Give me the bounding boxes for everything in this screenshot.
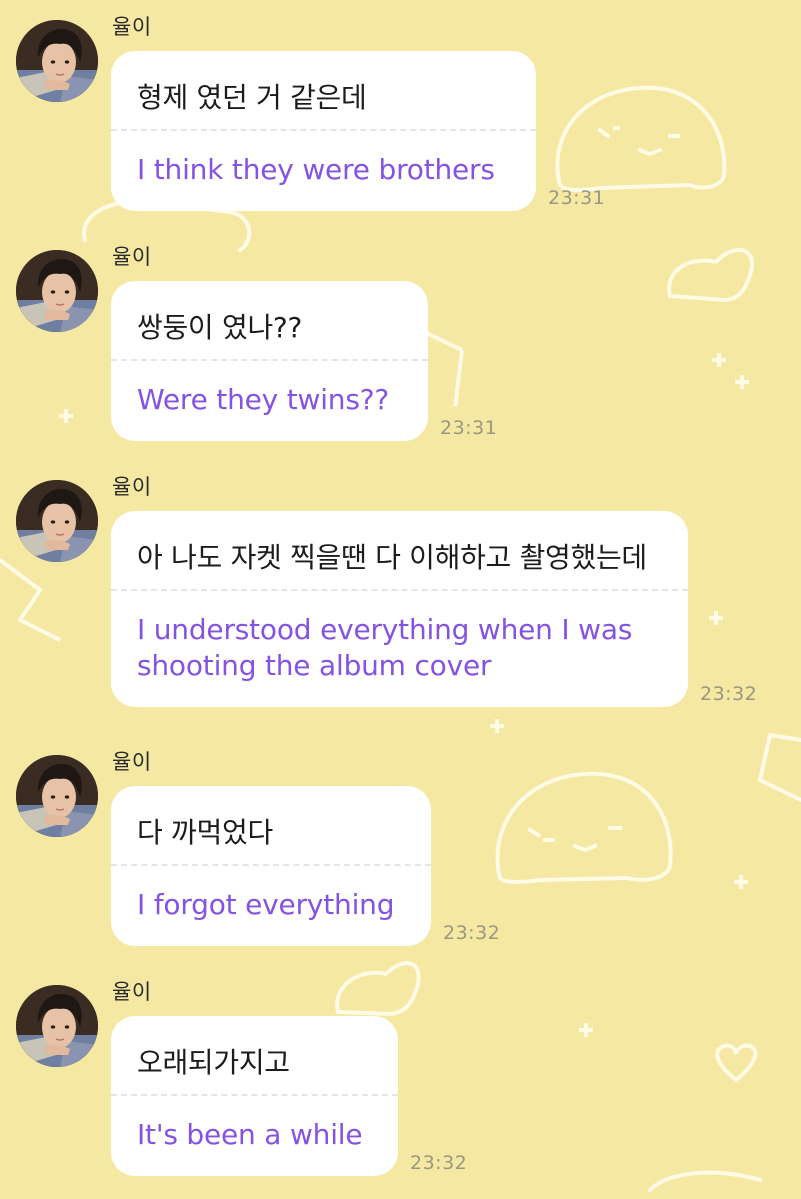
translated-text: I understood everything when I was shooti… xyxy=(137,613,633,682)
timestamp: 23:32 xyxy=(700,683,758,705)
divider xyxy=(111,1094,398,1096)
message-bubble[interactable]: 형제 였던 거 같은데 I think they were brothers xyxy=(111,51,536,211)
translated-text: I think they were brothers xyxy=(137,153,495,186)
timestamp: 23:31 xyxy=(548,187,606,209)
sender-name: 율이 xyxy=(112,245,152,269)
sender-name: 율이 xyxy=(112,15,152,39)
sparkle-doodle xyxy=(490,719,504,733)
avatar[interactable] xyxy=(16,250,98,332)
message-bubble[interactable]: 쌍둥이 였나?? Were they twins?? xyxy=(111,281,428,441)
avatar[interactable] xyxy=(16,20,98,102)
original-text: 형제 였던 거 같은데 xyxy=(137,81,367,114)
timestamp: 23:31 xyxy=(440,417,498,439)
divider xyxy=(111,589,688,591)
original-text: 쌍둥이 였나?? xyxy=(137,311,303,344)
translated-text: I forgot everything xyxy=(137,888,395,921)
translated-text: It's been a while xyxy=(137,1118,363,1151)
avatar[interactable] xyxy=(16,755,98,837)
chat-message: 율이형제 였던 거 같은데 I think they were brothers 2… xyxy=(0,15,801,220)
message-bubble[interactable]: 오래되가지고 It's been a while xyxy=(111,1016,398,1176)
message-bubble[interactable]: 다 까먹었다 I forgot everything xyxy=(111,786,431,946)
original-text: 아 나도 자켓 찍을땐 다 이해하고 촬영했는데 xyxy=(137,541,647,574)
sender-name: 율이 xyxy=(112,980,152,1004)
message-bubble[interactable]: 아 나도 자켓 찍을땐 다 이해하고 촬영했는데 I understood eve… xyxy=(111,511,688,707)
chat-message: 율이쌍둥이 였나?? Were they twins?? 23:31 xyxy=(0,245,801,450)
translated-text: Were they twins?? xyxy=(137,383,390,416)
chat-message: 율이다 까먹었다 I forgot everything 23:32 xyxy=(0,750,801,955)
avatar[interactable] xyxy=(16,985,98,1067)
divider xyxy=(111,864,431,866)
avatar[interactable] xyxy=(16,480,98,562)
sender-name: 율이 xyxy=(112,750,152,774)
chat-message: 율이아 나도 자켓 찍을땐 다 이해하고 촬영했는데 I understood e… xyxy=(0,475,801,716)
original-text: 다 까먹었다 xyxy=(137,816,273,849)
original-text: 오래되가지고 xyxy=(137,1046,290,1079)
divider xyxy=(111,129,536,131)
divider xyxy=(111,359,428,361)
timestamp: 23:32 xyxy=(443,922,501,944)
sender-name: 율이 xyxy=(112,475,152,499)
timestamp: 23:32 xyxy=(410,1152,468,1174)
chat-window[interactable]: 율이 형제 였던 거 같은데 I think they were brothers 2… xyxy=(0,0,801,1199)
chat-message: 율이오래되가지고 It's been a while 23:32 xyxy=(0,980,801,1185)
